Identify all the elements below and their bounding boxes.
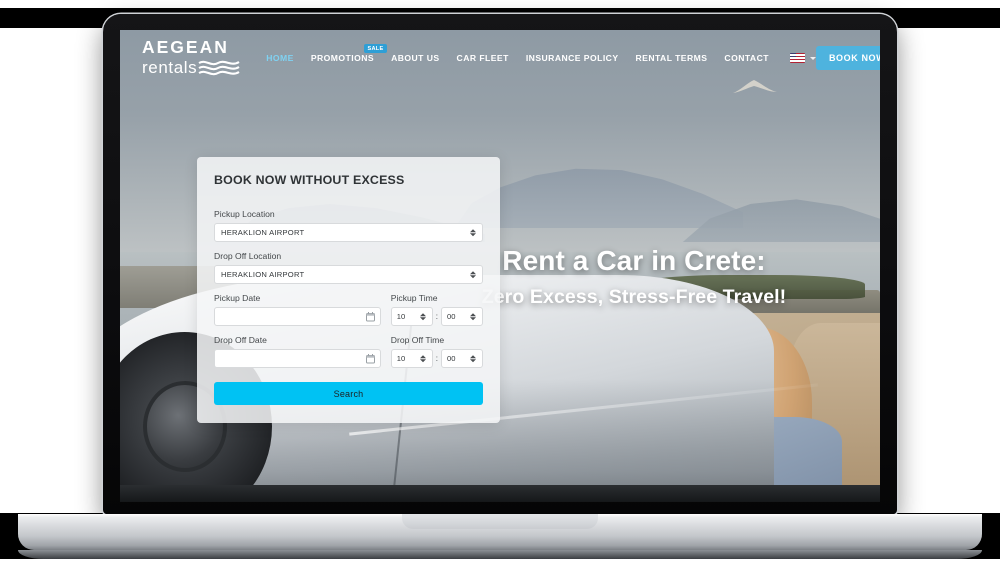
laptop-mockup: AEGEAN rentals HOME PROMOTIONS SALE ABOU… bbox=[18, 14, 982, 559]
logo-text-bottom: rentals bbox=[142, 58, 198, 78]
dropoff-row: Drop Off Date Drop Off Time 10: 00 bbox=[214, 335, 483, 377]
site-logo[interactable]: AEGEAN rentals bbox=[142, 36, 240, 78]
book-now-button[interactable]: BOOK NOW bbox=[815, 46, 880, 70]
select-stepper-icon bbox=[470, 270, 476, 279]
pickup-location-label: Pickup Location bbox=[214, 209, 275, 219]
calendar-icon[interactable] bbox=[365, 311, 375, 322]
pickup-time-separator: : bbox=[435, 312, 438, 321]
search-button[interactable]: Search bbox=[214, 382, 483, 405]
pickup-time-controls: 10 : 00 bbox=[390, 307, 483, 326]
dropoff-minute-value: 00 bbox=[447, 354, 456, 363]
nav-item-insurance-policy[interactable]: INSURANCE POLICY bbox=[526, 53, 619, 63]
site-navbar: AEGEAN rentals HOME PROMOTIONS SALE ABOU… bbox=[120, 30, 880, 86]
pickup-hour-select[interactable]: 10 bbox=[390, 307, 433, 326]
us-flag-icon bbox=[789, 53, 805, 63]
laptop-base-notch bbox=[402, 514, 598, 529]
pickup-date-input[interactable] bbox=[214, 307, 381, 326]
select-stepper-icon bbox=[470, 354, 476, 363]
pickup-date-group: Pickup Date bbox=[214, 293, 381, 335]
sale-badge: SALE bbox=[363, 44, 388, 53]
pickup-row: Pickup Date Pickup Time 10: 00 bbox=[214, 293, 483, 335]
pickup-minute-value: 00 bbox=[447, 312, 456, 321]
ground-shadow bbox=[120, 485, 880, 502]
dropoff-location-label: Drop Off Location bbox=[214, 251, 282, 261]
nav-item-car-fleet[interactable]: CAR FLEET bbox=[457, 53, 509, 63]
booking-form-panel: BOOK NOW WITHOUT EXCESS Pickup Location … bbox=[197, 157, 500, 423]
dropoff-location-value: HERAKLION AIRPORT bbox=[221, 270, 305, 279]
logo-bottom-row: rentals bbox=[142, 58, 240, 77]
nav-item-contact[interactable]: CONTACT bbox=[724, 53, 769, 63]
booking-form-title: BOOK NOW WITHOUT EXCESS bbox=[214, 173, 405, 187]
dropoff-time-group: Drop Off Time 10 : 00 bbox=[390, 335, 483, 377]
dropoff-time-controls: 10 : 00 bbox=[390, 349, 483, 368]
pickup-minute-select[interactable]: 00 bbox=[441, 307, 483, 326]
dropoff-time-label: Drop Off Time bbox=[390, 335, 445, 345]
pickup-location-value: HERAKLION AIRPORT bbox=[221, 228, 305, 237]
dropoff-minute-select[interactable]: 00 bbox=[441, 349, 483, 368]
nav-item-promotions[interactable]: PROMOTIONS SALE bbox=[310, 44, 388, 63]
nav-item-about-us[interactable]: ABOUT US bbox=[391, 53, 439, 63]
language-switcher[interactable] bbox=[789, 53, 816, 63]
select-stepper-icon bbox=[419, 354, 426, 363]
dropoff-location-select[interactable]: HERAKLION AIRPORT bbox=[214, 265, 483, 284]
nav-item-promotions-label: PROMOTIONS bbox=[310, 53, 375, 63]
pickup-date-label: Pickup Date bbox=[214, 293, 261, 303]
nav-item-home[interactable]: HOME bbox=[266, 53, 294, 63]
laptop-base bbox=[18, 514, 982, 550]
pickup-time-label: Pickup Time bbox=[390, 293, 438, 303]
pickup-time-group: Pickup Time 10 : 00 bbox=[390, 293, 483, 335]
dropoff-hour-value: 10 bbox=[396, 354, 406, 363]
nav-item-rental-terms[interactable]: RENTAL TERMS bbox=[636, 53, 708, 63]
dropoff-date-group: Drop Off Date bbox=[214, 335, 381, 377]
dropoff-date-label: Drop Off Date bbox=[214, 335, 267, 345]
dropoff-hour-select[interactable]: 10 bbox=[390, 349, 433, 368]
calendar-icon[interactable] bbox=[365, 353, 375, 364]
pickup-hour-value: 10 bbox=[396, 312, 406, 321]
laptop-base-foot bbox=[18, 550, 982, 559]
waves-icon bbox=[198, 61, 240, 76]
dropoff-time-separator: : bbox=[435, 354, 438, 363]
pickup-location-select[interactable]: HERAKLION AIRPORT bbox=[214, 223, 483, 242]
select-stepper-icon bbox=[470, 228, 476, 237]
dropoff-date-input[interactable] bbox=[214, 349, 381, 368]
browser-screen: AEGEAN rentals HOME PROMOTIONS SALE ABOU… bbox=[120, 30, 880, 502]
nav-links: HOME PROMOTIONS SALE ABOUT US CAR FLEET … bbox=[266, 44, 816, 63]
select-stepper-icon bbox=[470, 312, 476, 321]
select-stepper-icon bbox=[419, 312, 426, 321]
logo-text-top: AEGEAN bbox=[142, 36, 229, 57]
